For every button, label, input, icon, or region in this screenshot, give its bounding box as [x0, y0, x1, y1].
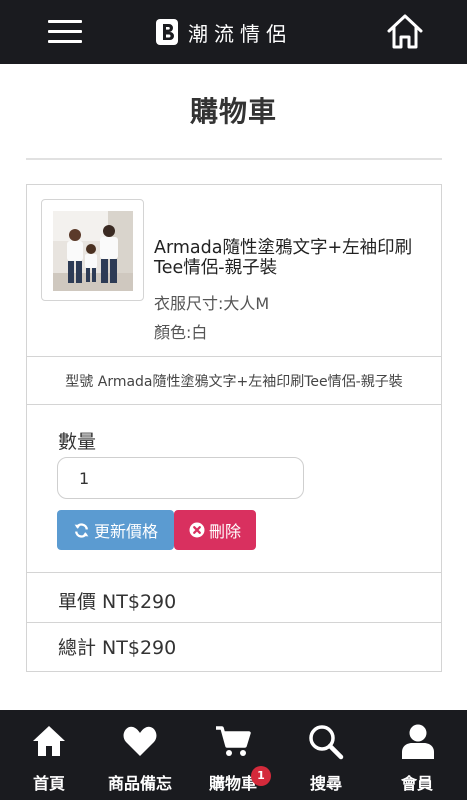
nav-cart[interactable]: 購物車 1	[187, 710, 279, 800]
nav-favorites[interactable]: 商品備忘	[94, 710, 186, 800]
product-size: 衣服尺寸:大人M	[154, 294, 270, 313]
cart-count-badge: 1	[251, 766, 271, 786]
bottom-nav: 首頁 商品備忘 購物車 1 搜尋 會員	[0, 710, 467, 800]
delete-label: 刪除	[208, 522, 241, 541]
page-title: 購物車	[189, 95, 277, 128]
delete-button[interactable]: 刪除	[174, 510, 256, 550]
nav-search-label: 搜尋	[309, 774, 342, 793]
nav-search[interactable]: 搜尋	[280, 710, 372, 800]
cart-icon	[216, 726, 251, 756]
model-row: 型號 Armada隨性塗鴉文字+左袖印刷Tee情侶-親子裝	[27, 357, 441, 405]
unit-price-row: 單價 NT$290	[27, 573, 441, 623]
nav-member[interactable]: 會員	[371, 710, 463, 800]
search-icon	[309, 725, 344, 760]
unit-price: 單價 NT$290	[58, 591, 177, 613]
home-icon[interactable]	[385, 12, 425, 52]
menu-icon[interactable]	[48, 18, 82, 46]
refresh-icon	[74, 522, 89, 538]
user-icon	[402, 724, 434, 759]
home-icon	[33, 726, 65, 756]
remove-circle-icon	[189, 522, 205, 538]
quantity-input[interactable]	[57, 457, 304, 499]
product-photo	[53, 211, 133, 291]
product-model: 型號 Armada隨性塗鴉文字+左袖印刷Tee情侶-親子裝	[65, 374, 403, 390]
product-name[interactable]: Armada隨性塗鴉文字+左袖印刷Tee情侶-親子裝	[154, 238, 434, 278]
update-price-label: 更新價格	[93, 522, 158, 541]
top-bar: 潮流情侶	[0, 0, 467, 64]
brand-name: 潮流情侶	[188, 21, 292, 46]
nav-home-label: 首頁	[32, 774, 65, 793]
nav-home[interactable]: 首頁	[3, 710, 95, 800]
product-color: 顏色:白	[154, 323, 208, 342]
brand-logo[interactable]: 潮流情侶	[156, 17, 292, 47]
product-thumbnail[interactable]	[41, 199, 144, 301]
nav-favorites-label: 商品備忘	[107, 774, 172, 793]
total-price: 總計 NT$290	[58, 637, 177, 659]
product-row: Armada隨性塗鴉文字+左袖印刷Tee情侶-親子裝 衣服尺寸:大人M 顏色:白	[27, 185, 441, 357]
quantity-label: 數量	[58, 431, 97, 453]
heart-icon	[123, 726, 157, 756]
update-price-button[interactable]: 更新價格	[57, 510, 174, 550]
cart-item-card: Armada隨性塗鴉文字+左袖印刷Tee情侶-親子裝 衣服尺寸:大人M 顏色:白…	[26, 184, 442, 672]
nav-member-label: 會員	[400, 774, 433, 793]
divider	[26, 158, 442, 160]
total-row: 總計 NT$290	[27, 623, 441, 671]
brand-b-icon	[156, 19, 178, 45]
quantity-section: 數量 更新價格 刪除	[27, 405, 441, 573]
